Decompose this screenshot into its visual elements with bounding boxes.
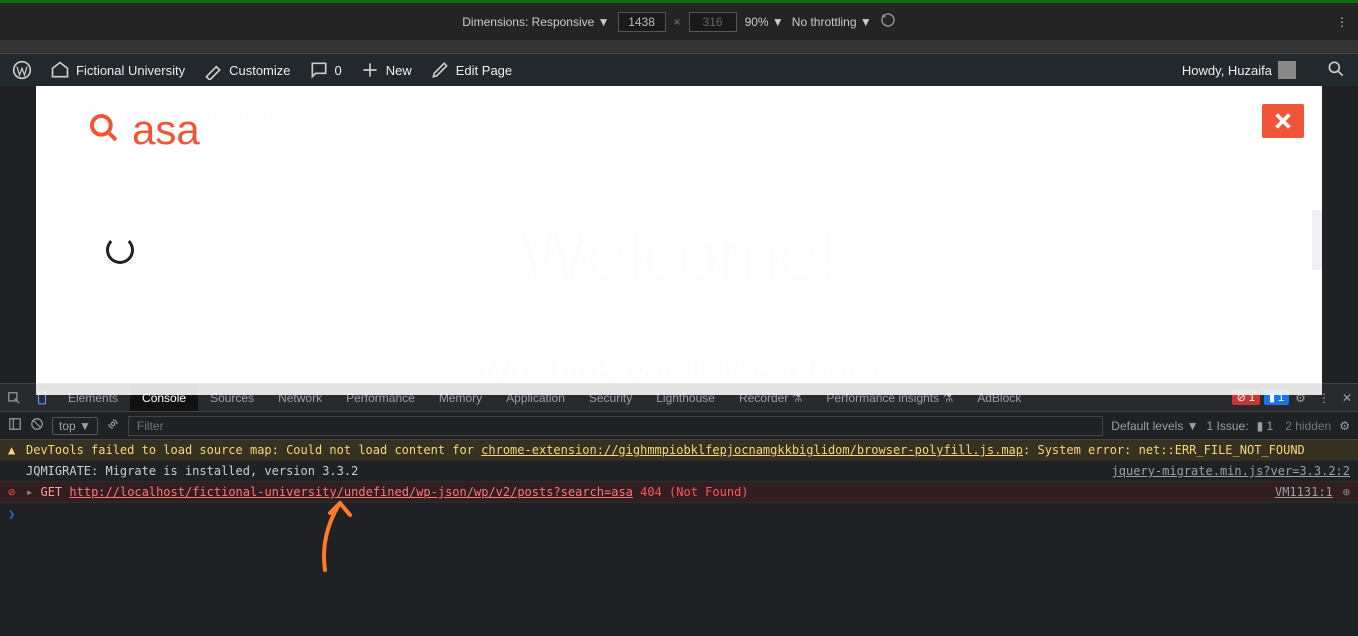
dimensions-dropdown[interactable]: Dimensions: Responsive ▼: [462, 15, 609, 29]
throttling-dropdown[interactable]: No throttling ▼: [792, 15, 872, 29]
page-viewport: Fictional University About Us Programs E…: [36, 86, 1322, 395]
levels-dropdown[interactable]: Default levels ▼: [1111, 419, 1198, 433]
search-overlay: [36, 86, 1322, 395]
spinner-icon: [106, 236, 134, 264]
width-input[interactable]: [618, 12, 666, 32]
howdy-link[interactable]: Howdy, Huzaifa: [1182, 61, 1296, 79]
log-message: JQMIGRATE: Migrate is installed, version…: [26, 464, 1106, 478]
ruler: [0, 40, 1358, 54]
warning-message: DevTools failed to load source map: Coul…: [26, 443, 1350, 457]
zoom-dropdown[interactable]: 90% ▼: [745, 15, 784, 29]
console-warning: ▲ DevTools failed to load source map: Co…: [0, 440, 1358, 461]
filter-input[interactable]: [128, 416, 1103, 436]
site-link[interactable]: Fictional University: [50, 60, 185, 80]
comments-link[interactable]: 0: [309, 60, 342, 80]
search-input[interactable]: asa: [132, 106, 200, 154]
close-button[interactable]: [1262, 104, 1304, 138]
avatar: [1278, 61, 1296, 79]
error-url[interactable]: http://localhost/fictional-university/un…: [69, 485, 633, 499]
context-selector[interactable]: top ▼: [52, 417, 98, 435]
hidden-count: 2 hidden: [1285, 419, 1331, 433]
customize-link[interactable]: Customize: [203, 60, 290, 80]
search-icon: [88, 112, 120, 149]
customize-label: Customize: [229, 63, 290, 78]
search-row: asa: [88, 106, 200, 154]
error-icon: ⊘: [8, 485, 20, 499]
console-body: ▲ DevTools failed to load source map: Co…: [0, 440, 1358, 636]
site-name-label: Fictional University: [76, 63, 185, 78]
warning-icon: ▲: [8, 443, 20, 457]
sidebar-toggle-icon[interactable]: [8, 417, 22, 434]
howdy-label: Howdy, Huzaifa: [1182, 63, 1272, 78]
new-label: New: [386, 63, 412, 78]
console-log: JQMIGRATE: Migrate is installed, version…: [0, 461, 1358, 482]
devtools-panel: Elements Console Sources Network Perform…: [0, 383, 1358, 636]
search-icon[interactable]: [1326, 59, 1346, 82]
issues-link[interactable]: 1 Issue: ▮ 1: [1207, 419, 1278, 433]
edit-page-link[interactable]: Edit Page: [430, 60, 512, 80]
settings-icon[interactable]: ⚙: [1339, 419, 1350, 433]
error-message: ▸ GET http://localhost/fictional-univers…: [26, 485, 1269, 499]
close-icon[interactable]: ✕: [1336, 391, 1358, 405]
inspect-icon[interactable]: [0, 391, 28, 405]
error-source[interactable]: VM1131:1: [1275, 485, 1333, 499]
wp-admin-bar: Fictional University Customize 0 New Edi…: [0, 54, 1358, 86]
console-error: ⊘ ▸ GET http://localhost/fictional-unive…: [0, 482, 1358, 503]
clear-console-icon[interactable]: [30, 417, 44, 434]
height-input[interactable]: [689, 12, 737, 32]
device-toolbar: Dimensions: Responsive ▼ × 90% ▼ No thro…: [0, 0, 1358, 40]
console-prompt[interactable]: ❯: [0, 503, 1358, 525]
comments-count: 0: [335, 63, 342, 78]
dimension-x: ×: [674, 15, 681, 29]
wp-logo-icon[interactable]: [12, 60, 32, 80]
new-link[interactable]: New: [360, 60, 412, 80]
log-source[interactable]: jquery-migrate.min.js?ver=3.3.2:2: [1112, 464, 1350, 478]
kebab-icon[interactable]: ⋮: [1336, 15, 1348, 29]
console-toolbar: top ▼ Default levels ▼ 1 Issue: ▮ 1 2 hi…: [0, 412, 1358, 440]
rotate-icon[interactable]: [880, 12, 896, 31]
expand-icon[interactable]: ⊕: [1343, 485, 1350, 499]
warning-link[interactable]: chrome-extension://gighmmpiobklfepjocnam…: [481, 443, 1023, 457]
live-expr-icon[interactable]: [106, 417, 120, 434]
edit-page-label: Edit Page: [456, 63, 512, 78]
